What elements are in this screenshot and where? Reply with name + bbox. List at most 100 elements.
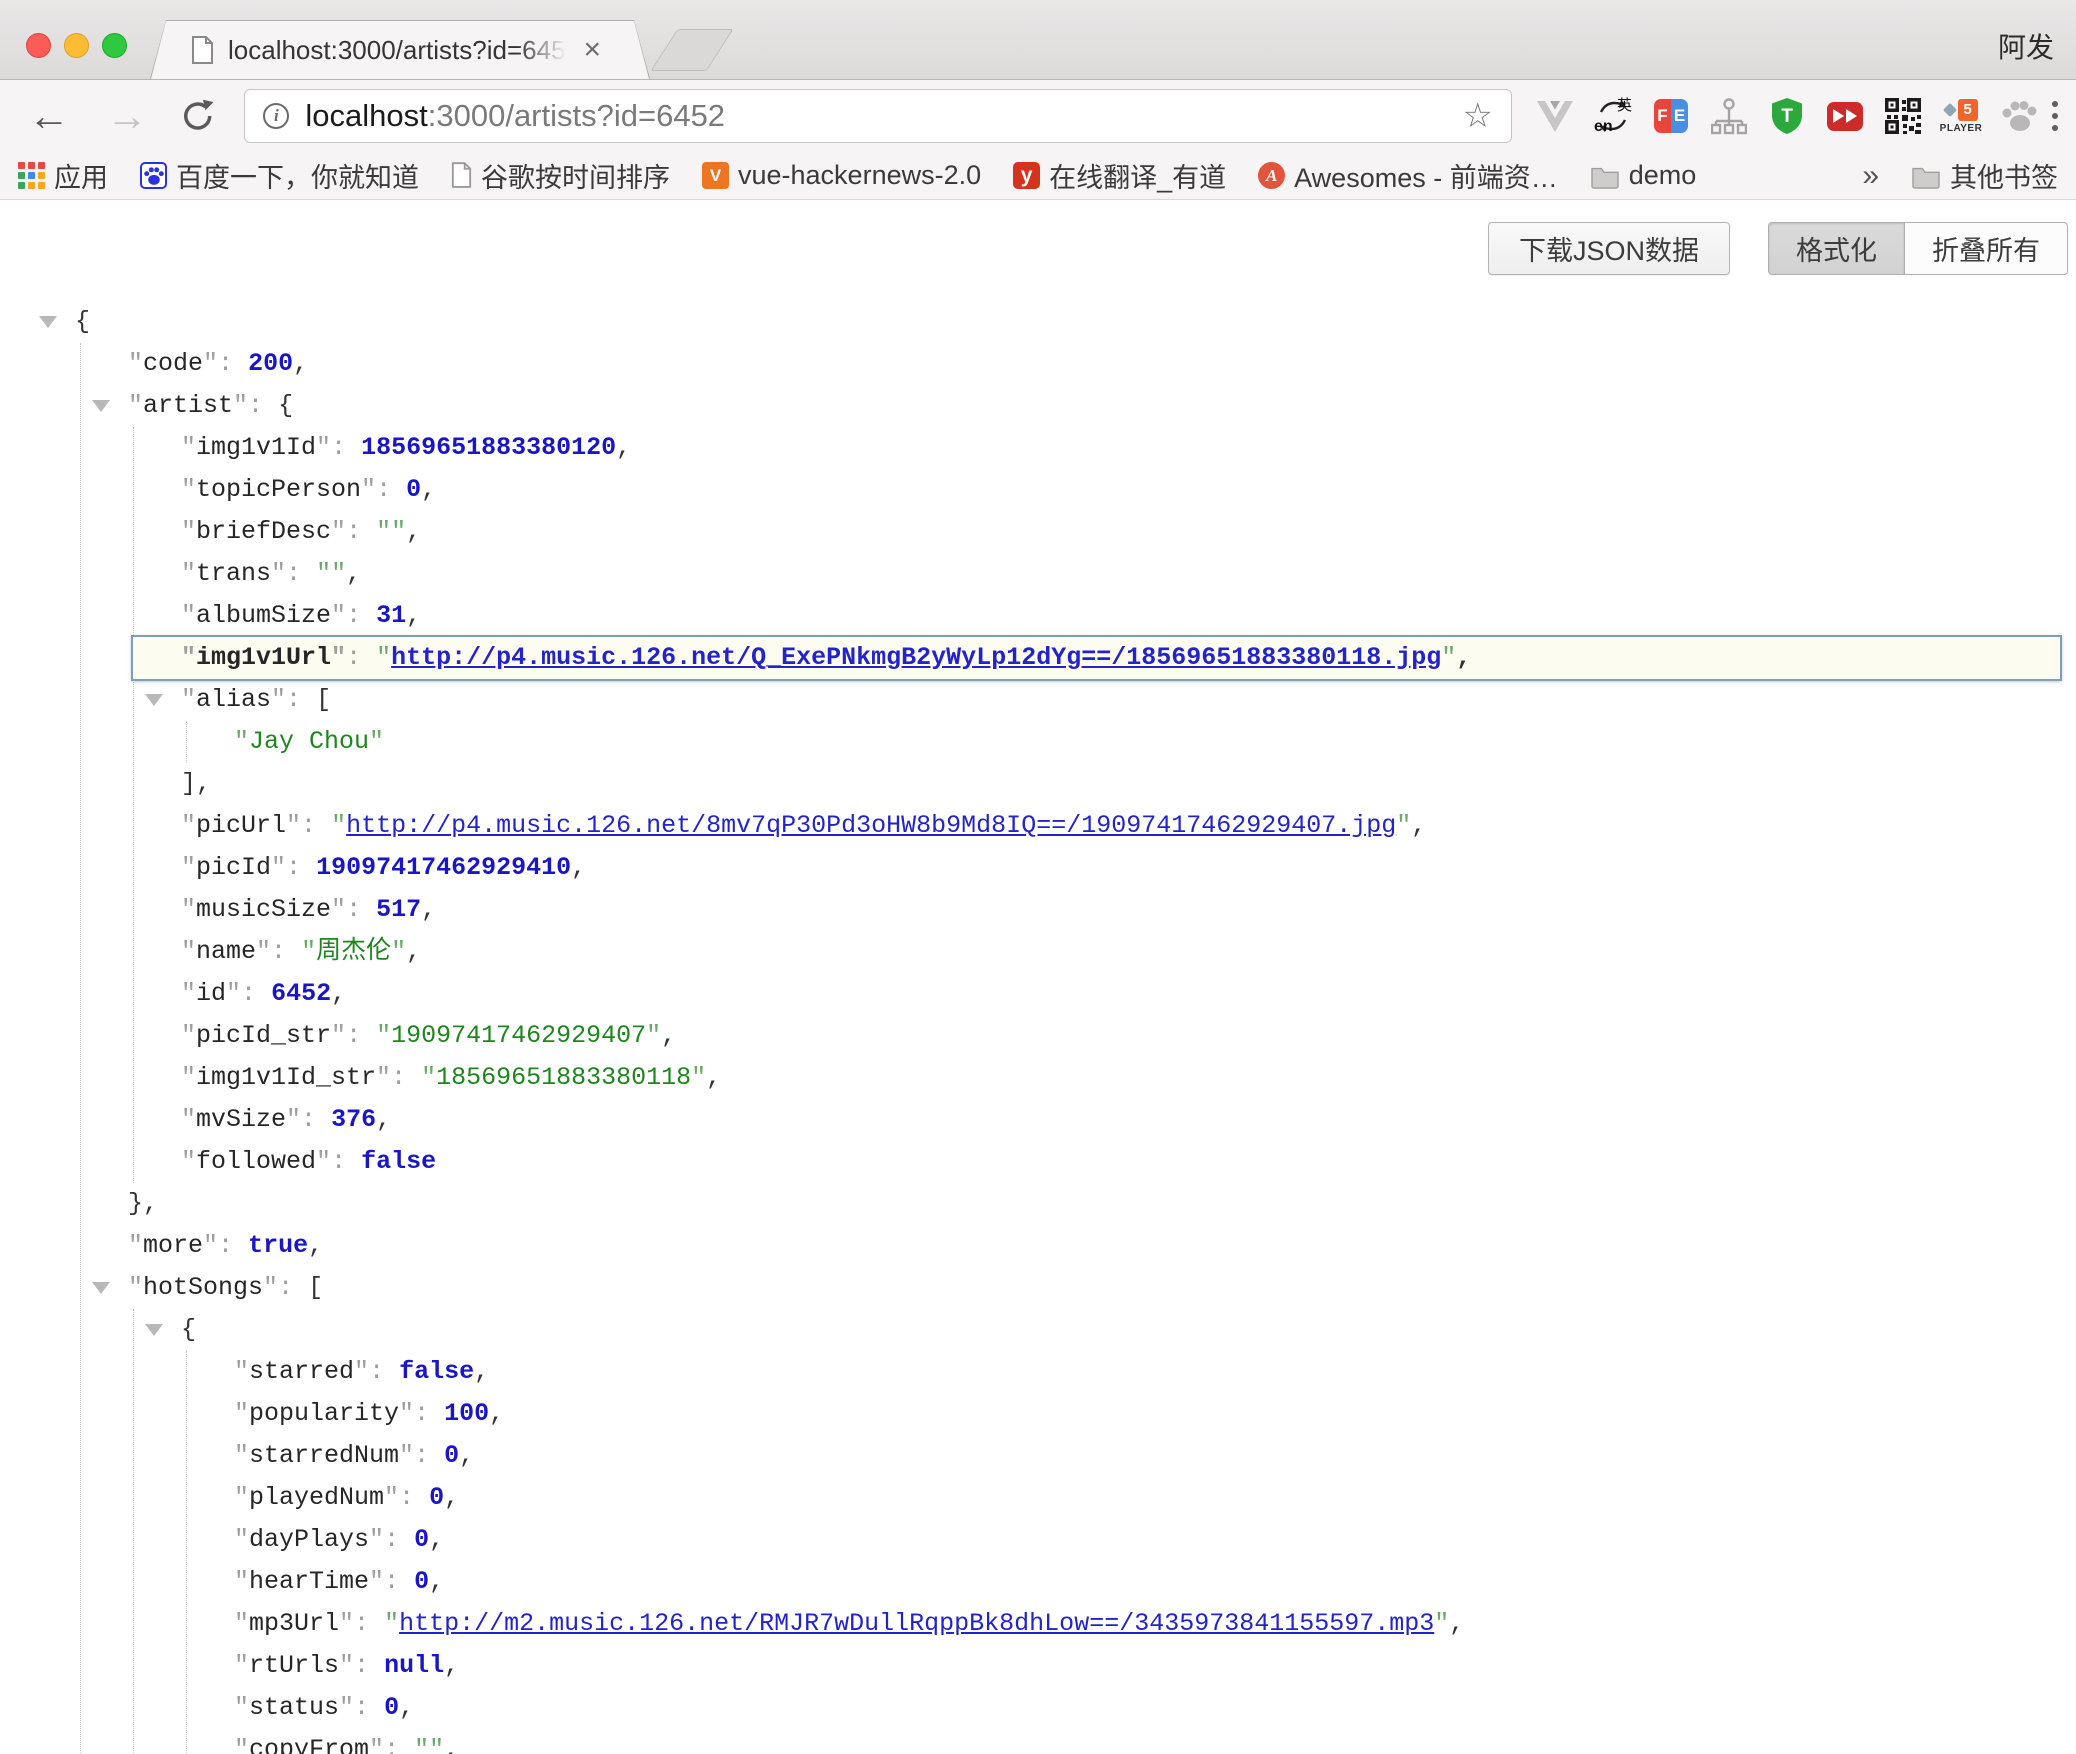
close-window-button[interactable]: [26, 33, 51, 58]
vue-devtools-icon[interactable]: [1536, 94, 1574, 138]
collapse-triangle-icon[interactable]: [145, 694, 163, 706]
json-comma: ,: [571, 853, 586, 882]
json-comma: ,: [406, 601, 421, 630]
collapse-triangle-icon[interactable]: [92, 400, 110, 412]
forward-icon[interactable]: →: [106, 95, 148, 137]
bookmark-demo-folder[interactable]: demo: [1590, 160, 1697, 191]
video-speed-extension-icon[interactable]: [1826, 94, 1864, 138]
awesomes-icon: A: [1258, 162, 1285, 189]
string-quote: ": [691, 1063, 706, 1092]
json-comma: ,: [489, 1399, 504, 1428]
bookmarks-overflow-icon[interactable]: »: [1862, 159, 1879, 193]
colon: :: [369, 1357, 399, 1386]
string-quote: ": [331, 811, 346, 840]
json-row-briefDesc: "briefDesc": "",: [181, 511, 2062, 553]
string-quote: ": [376, 643, 391, 672]
key-quote: ": [203, 349, 218, 378]
collapse-all-button[interactable]: 折叠所有: [1904, 222, 2068, 275]
key-quote: ": [181, 895, 196, 924]
json-children: "code": 200,"artist": {"img1v1Id": 18569…: [80, 343, 2062, 1754]
back-icon[interactable]: ←: [28, 95, 70, 137]
collapse-triangle-icon[interactable]: [145, 1324, 163, 1336]
json-link[interactable]: http://p4.music.126.net/8mv7qP30Pd3oHW8b…: [346, 811, 1396, 840]
key-quote: ": [181, 937, 196, 966]
colon: :: [331, 433, 361, 462]
translate-extension-icon[interactable]: 英 en: [1594, 94, 1632, 138]
download-json-button[interactable]: 下载JSON数据: [1488, 222, 1730, 275]
string-quote: ": [384, 1609, 399, 1638]
string-quote: ": [316, 559, 331, 588]
key-quote: ": [331, 643, 346, 672]
bookmark-google-sort[interactable]: 谷歌按时间排序: [451, 156, 670, 195]
baidu-paw-icon: [140, 162, 167, 189]
bookmark-apps[interactable]: 应用: [18, 156, 108, 195]
json-row-copyFrom: "copyFrom": "",: [234, 1729, 2062, 1754]
json-key: starred: [249, 1357, 354, 1386]
fehelper-extension-icon[interactable]: FE: [1652, 94, 1690, 138]
bookmark-vue-hackernews[interactable]: V vue-hackernews-2.0: [702, 160, 981, 191]
reload-icon[interactable]: [180, 97, 216, 135]
paw-extension-icon[interactable]: [2000, 94, 2038, 138]
json-key: picId_str: [196, 1021, 331, 1050]
profile-name[interactable]: 阿发: [1998, 26, 2054, 66]
json-row-picId_str: "picId_str": "19097417462929407",: [181, 1015, 2062, 1057]
colon: :: [301, 811, 331, 840]
key-quote: ": [233, 391, 248, 420]
key-quote: ": [271, 559, 286, 588]
json-key: img1v1Id_str: [196, 1063, 376, 1092]
json-children: "img1v1Id": 18569651883380120,"topicPers…: [133, 427, 2062, 1183]
json-row-more: "more": true,: [128, 1225, 2062, 1267]
json-row-rtUrls: "rtUrls": null,: [234, 1645, 2062, 1687]
json-keyword: false: [399, 1357, 474, 1386]
minimize-window-button[interactable]: [64, 33, 89, 58]
browser-tab[interactable]: localhost:3000/artists?id=645 ×: [150, 20, 650, 79]
qr-code-extension-icon[interactable]: [1884, 94, 1922, 138]
format-button[interactable]: 格式化: [1768, 222, 1905, 275]
page-content: 下载JSON数据 格式化 折叠所有 {"code": 200,"artist":…: [0, 200, 2076, 1754]
wrench-icon: [1942, 102, 1956, 116]
vue-icon: V: [702, 162, 729, 189]
bookmark-awesomes[interactable]: A Awesomes - 前端资…: [1258, 156, 1558, 195]
bookmark-star-icon[interactable]: ☆: [1463, 99, 1493, 133]
key-quote: ": [181, 1105, 196, 1134]
apps-grid-icon: [18, 162, 45, 189]
json-link[interactable]: http://m2.music.126.net/RMJR7wDullRqppBk…: [399, 1609, 1434, 1638]
other-bookmarks[interactable]: 其他书签: [1911, 156, 2058, 195]
chrome-menu-icon[interactable]: [2052, 101, 2058, 131]
fullscreen-window-button[interactable]: [102, 33, 127, 58]
sitemap-extension-icon[interactable]: [1710, 94, 1748, 138]
json-key: code: [143, 349, 203, 378]
collapse-triangle-icon[interactable]: [39, 316, 57, 328]
json-row-img1v1Url: "img1v1Url": "http://p4.music.126.net/Q_…: [131, 635, 2062, 681]
key-quote: ": [181, 979, 196, 1008]
view-mode-segmented-control: 格式化 折叠所有: [1768, 222, 2068, 275]
json-number: 100: [444, 1399, 489, 1428]
url-text[interactable]: localhost:3000/artists?id=6452: [305, 98, 725, 134]
page-info-icon[interactable]: i: [263, 103, 289, 129]
bookmark-youdao[interactable]: y 在线翻译_有道: [1013, 156, 1226, 195]
json-key: img1v1Id: [196, 433, 316, 462]
colon: :: [346, 1021, 376, 1050]
json-row-mp3Url: "mp3Url": "http://m2.music.126.net/RMJR7…: [234, 1603, 2062, 1645]
json-row-dayPlays: "dayPlays": 0,: [234, 1519, 2062, 1561]
json-row-mvSize: "mvSize": 376,: [181, 1099, 2062, 1141]
address-bar[interactable]: i localhost:3000/artists?id=6452 ☆: [244, 89, 1512, 143]
tab-close-icon[interactable]: ×: [584, 35, 602, 65]
collapse-triangle-icon[interactable]: [92, 1282, 110, 1294]
colon: :: [391, 1063, 421, 1092]
key-quote: ": [181, 433, 196, 462]
bookmark-label: 谷歌按时间排序: [481, 156, 670, 195]
string-quote: ": [331, 559, 346, 588]
bookmark-baidu[interactable]: 百度一下，你就知道: [140, 156, 419, 195]
html5-player-extension-icon[interactable]: 5 PLAYER: [1942, 94, 1980, 138]
key-quote: ": [331, 895, 346, 924]
json-comma: ,: [459, 1441, 474, 1470]
colon: :: [384, 1567, 414, 1596]
tampermonkey-extension-icon[interactable]: T: [1768, 94, 1806, 138]
colon: :: [346, 517, 376, 546]
json-keyword: false: [361, 1147, 436, 1176]
new-tab-button[interactable]: [650, 29, 733, 71]
json-row: {: [75, 301, 2062, 343]
json-key: more: [143, 1231, 203, 1260]
json-link[interactable]: http://p4.music.126.net/Q_ExePNkmgB2yWyL…: [391, 643, 1441, 672]
